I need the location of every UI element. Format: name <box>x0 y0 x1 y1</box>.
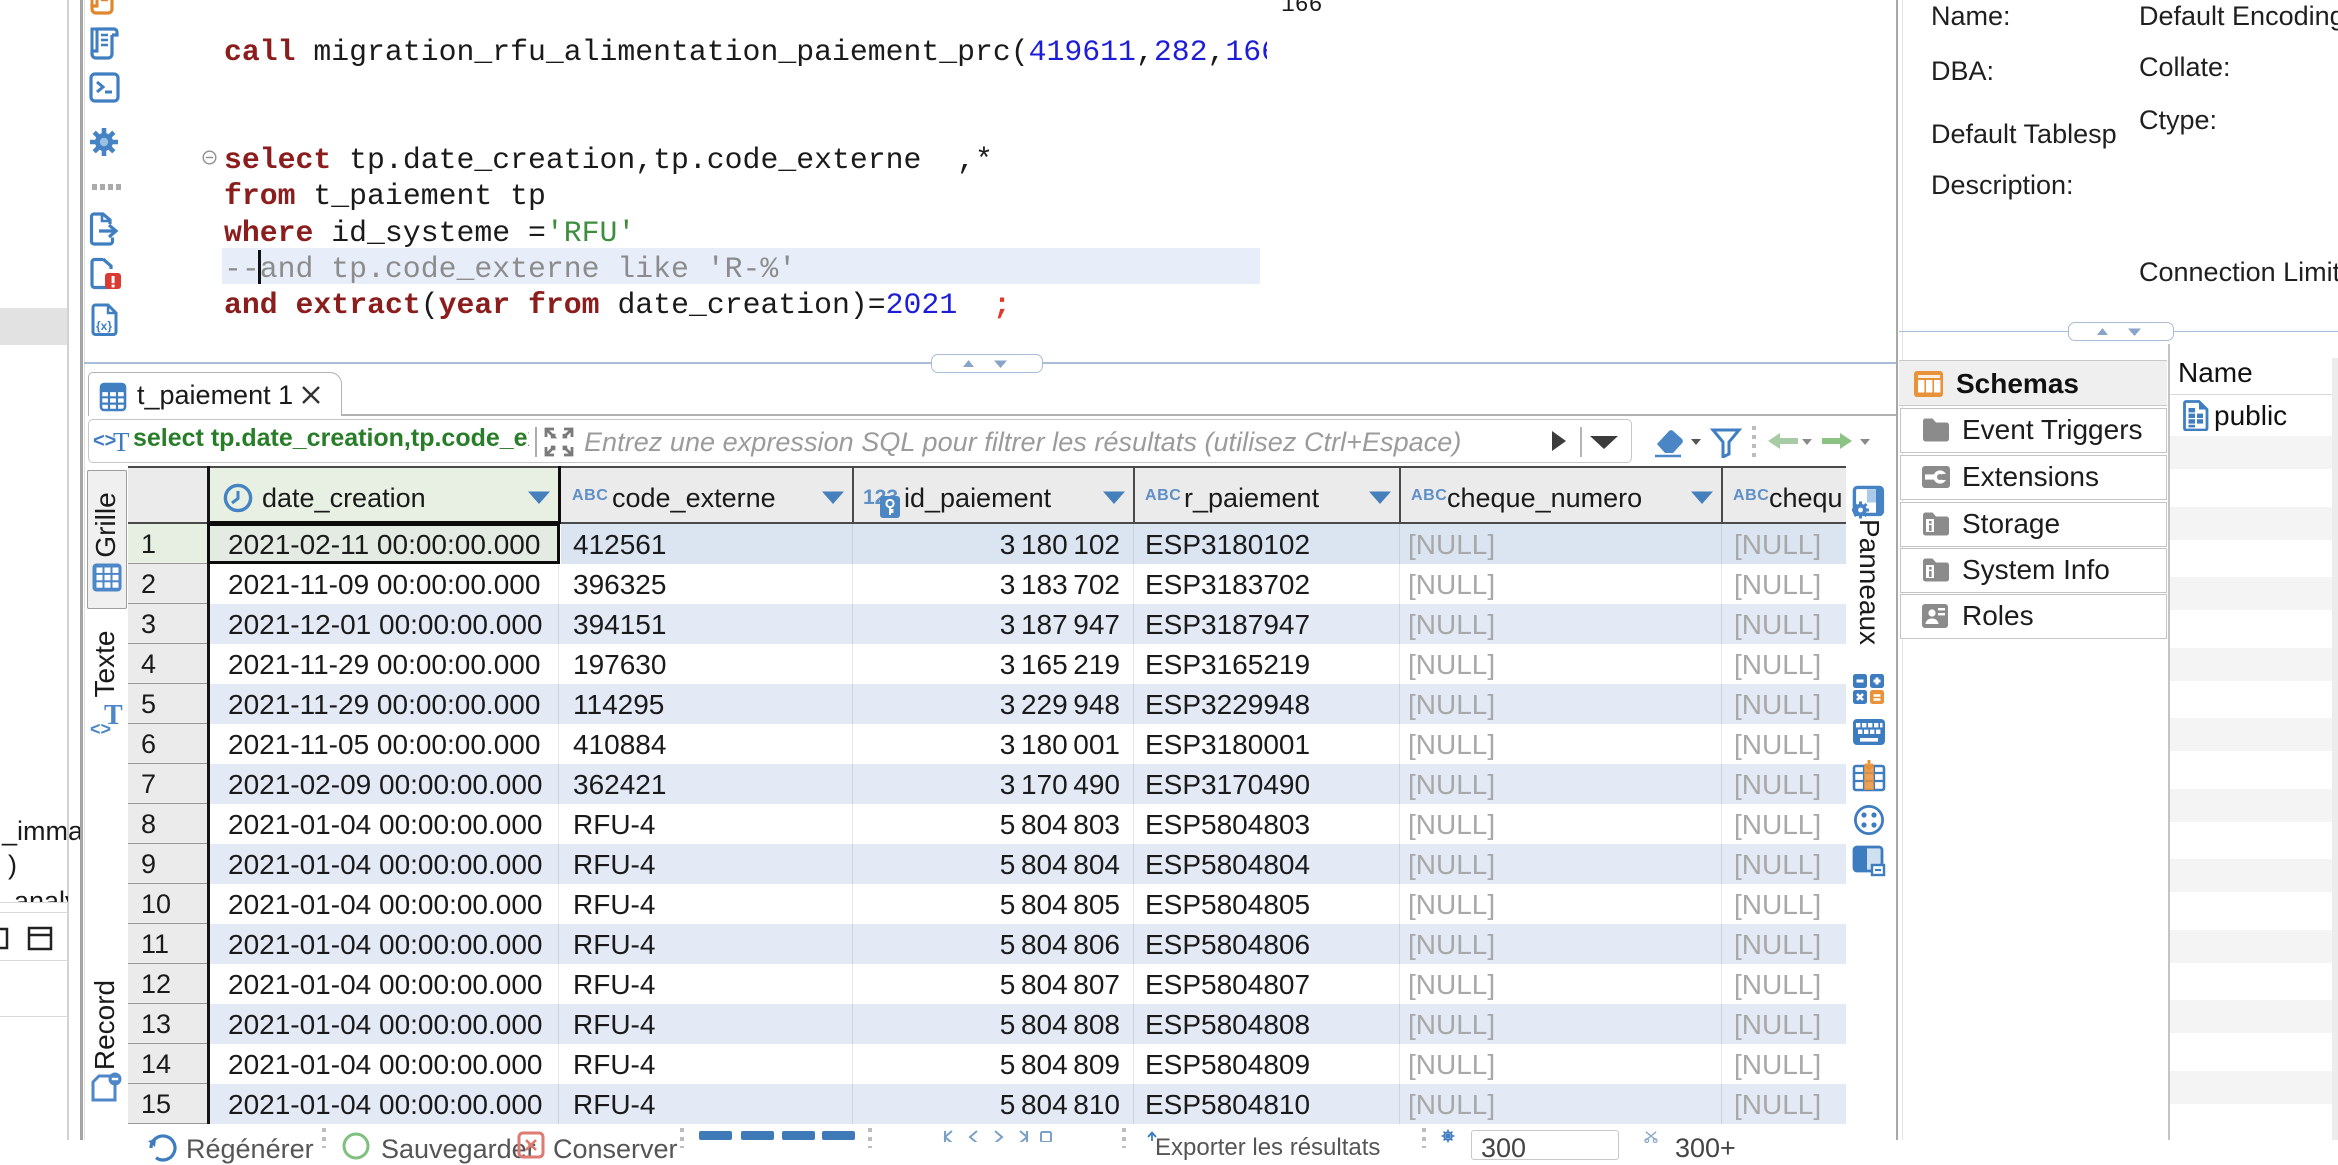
svg-text:<>: <> <box>90 719 111 738</box>
svg-text:T: T <box>113 427 130 457</box>
svg-text:{x}: {x} <box>96 319 112 333</box>
